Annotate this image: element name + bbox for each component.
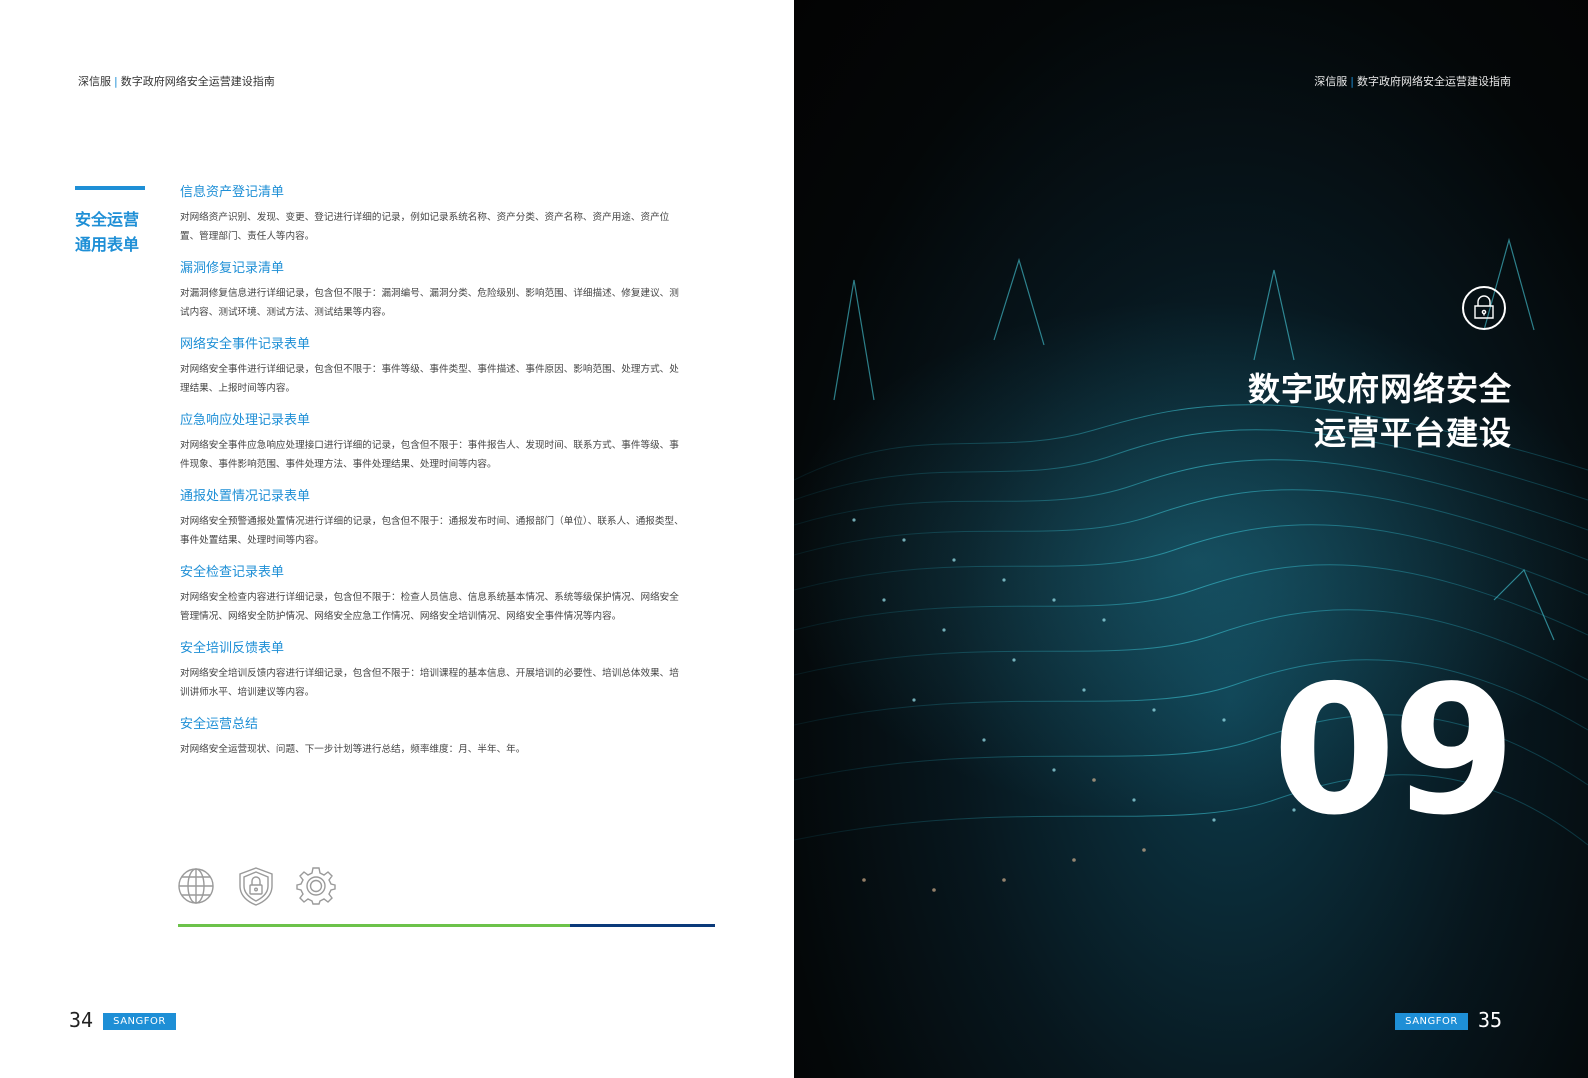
running-head: 深信服 | 数字政府网络安全运营建设指南 — [78, 73, 275, 89]
globe-icon — [178, 868, 214, 904]
header-brand: 深信服 — [1314, 75, 1348, 88]
section-body: 对网络安全预警通报处置情况进行详细的记录，包含但不限于：通报发布时间、通报部门（… — [180, 516, 684, 546]
header-separator: | — [114, 75, 118, 88]
header-title: 数字政府网络安全运营建设指南 — [1357, 75, 1511, 88]
list-item: 应急响应处理记录表单对网络安全事件应急响应处理接口进行详细的记录，包含但不限于：… — [180, 412, 685, 474]
list-item: 信息资产登记清单对网络资产识别、发现、变更、登记进行详细的记录，例如记录系统名称… — [180, 184, 685, 246]
digital-wave-background — [794, 237, 1588, 892]
brand-tag: SANGFOR — [1395, 1013, 1468, 1030]
list-item: 通报处置情况记录表单对网络安全预警通报处置情况进行详细的记录，包含但不限于：通报… — [180, 488, 685, 550]
lock-icon — [1474, 295, 1494, 319]
side-title-line1: 安全运营 — [75, 210, 140, 229]
page-number: 35 — [1478, 1008, 1503, 1032]
header-brand: 深信服 — [78, 75, 111, 88]
section-heading: 漏洞修复记录清单 — [180, 261, 285, 276]
lock-badge — [1462, 286, 1506, 330]
section-body: 对网络安全培训反馈内容进行详细记录，包含但不限于：培训课程的基本信息、开展培训的… — [180, 668, 679, 698]
shield-lock-icon — [239, 867, 273, 906]
side-title: 安全运营 通用表单 — [75, 207, 165, 257]
chapter-title-line1: 数字政府网络安全 — [1247, 370, 1512, 408]
brand-tag: SANGFOR — [103, 1013, 176, 1030]
right-page: 深信服 | 数字政府网络安全运营建设指南 数字政府网络安全 运营平台建设 09 SA… — [794, 0, 1588, 1078]
section-body: 对网络安全检查内容进行详细记录，包含但不限于：检查人员信息、信息系统基本情况、系… — [180, 592, 679, 622]
header-title: 数字政府网络安全运营建设指南 — [120, 75, 275, 88]
section-heading: 信息资产登记清单 — [180, 185, 285, 200]
list-item: 安全培训反馈表单对网络安全培训反馈内容进行详细记录，包含但不限于：培训课程的基本… — [180, 640, 685, 702]
section-body: 对漏洞修复信息进行详细记录，包含但不限于：漏洞编号、漏洞分类、危险级别、影响范围… — [180, 288, 679, 318]
footer-divider — [178, 924, 715, 927]
form-list: 信息资产登记清单对网络资产识别、发现、变更、登记进行详细的记录，例如记录系统名称… — [180, 184, 685, 773]
section-heading: 通报处置情况记录表单 — [180, 489, 311, 504]
list-item: 漏洞修复记录清单对漏洞修复信息进行详细记录，包含但不限于：漏洞编号、漏洞分类、危… — [180, 260, 685, 322]
section-body: 对网络资产识别、发现、变更、登记进行详细的记录，例如记录系统名称、资产分类、资产… — [180, 212, 670, 242]
chapter-title-line2: 运营平台建设 — [1313, 414, 1512, 452]
section-heading: 安全运营总结 — [180, 717, 259, 732]
side-title-bar — [75, 186, 145, 190]
section-body: 对网络安全事件应急响应处理接口进行详细的记录，包含但不限于：事件报告人、发现时间… — [180, 440, 679, 470]
side-title-line2: 通用表单 — [75, 235, 140, 254]
left-page: 深信服 | 数字政府网络安全运营建设指南 安全运营 通用表单 信息资产登记清单对网络… — [0, 0, 794, 1078]
section-heading: 安全检查记录表单 — [180, 565, 285, 580]
gear-icon — [296, 867, 336, 905]
chapter-title: 数字政府网络安全 运营平台建设 — [1248, 367, 1512, 455]
running-head: 深信服 | 数字政府网络安全运营建设指南 — [1314, 73, 1511, 89]
header-separator: | — [1350, 75, 1354, 88]
section-body: 对网络安全事件进行详细记录，包含但不限于：事件等级、事件类型、事件描述、事件原因… — [180, 364, 679, 394]
list-item: 安全运营总结对网络安全运营现状、问题、下一步计划等进行总结，频率维度：月、半年、… — [180, 716, 685, 759]
section-heading: 安全培训反馈表单 — [180, 641, 285, 656]
list-item: 安全检查记录表单对网络安全检查内容进行详细记录，包含但不限于：检查人员信息、信息… — [180, 564, 685, 626]
section-heading: 应急响应处理记录表单 — [180, 413, 311, 428]
page-number: 34 — [69, 1008, 94, 1032]
section-body: 对网络安全运营现状、问题、下一步计划等进行总结，频率维度：月、半年、年。 — [180, 744, 526, 755]
chapter-number: 09 — [1272, 647, 1516, 854]
section-heading: 网络安全事件记录表单 — [180, 337, 311, 352]
list-item: 网络安全事件记录表单对网络安全事件进行详细记录，包含但不限于：事件等级、事件类型… — [180, 336, 685, 398]
icon-row — [176, 866, 336, 906]
